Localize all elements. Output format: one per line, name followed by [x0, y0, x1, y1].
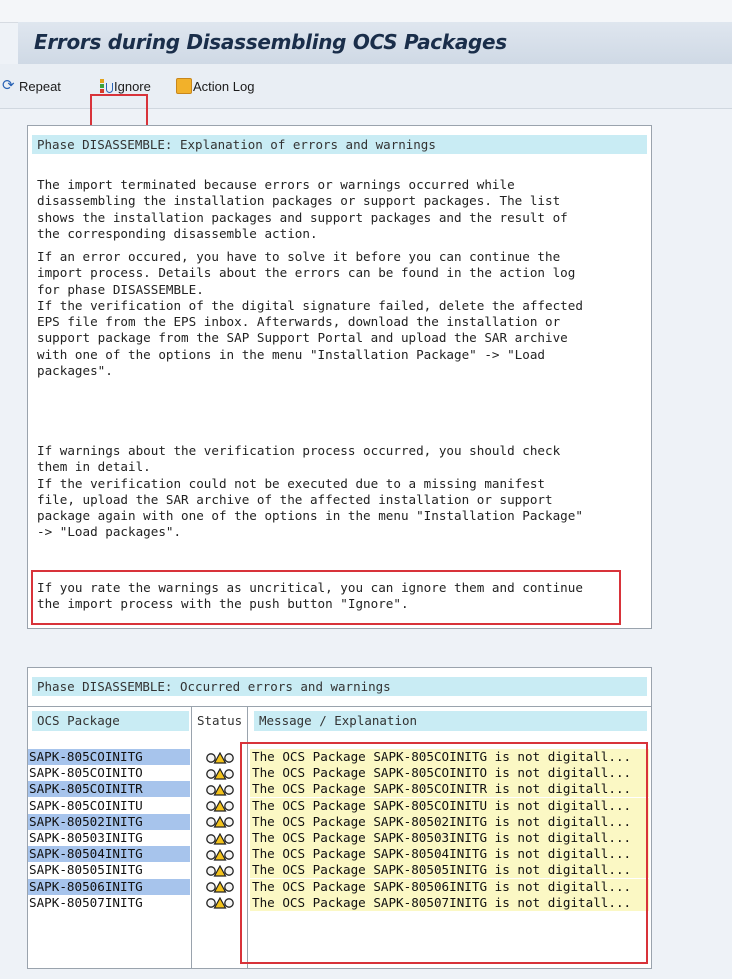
warning-triangles-icon	[196, 895, 244, 911]
explanation-paragraph-2: If an error occured, you have to solve i…	[37, 249, 583, 379]
explanation-panel: Phase DISASSEMBLE: Explanation of errors…	[27, 125, 652, 629]
errors-header: Phase DISASSEMBLE: Occurred errors and w…	[32, 677, 647, 696]
ocs-package-cell[interactable]: SAPK-805COINITU	[28, 798, 190, 814]
warning-triangles-icon	[196, 846, 244, 862]
page-title: Errors during Disassembling OCS Packages	[34, 30, 507, 54]
action-log-button[interactable]: Action Log	[176, 75, 254, 97]
title-bar: Errors during Disassembling OCS Packages	[18, 22, 732, 64]
repeat-icon: ⟳	[2, 77, 15, 94]
window-top-strip	[0, 0, 732, 23]
warning-triangles-icon	[196, 862, 244, 878]
warning-triangles-icon	[196, 798, 244, 814]
ignore-label: Ignore	[114, 78, 151, 94]
action-log-icon	[176, 78, 192, 94]
warning-triangles-icon	[196, 781, 244, 797]
warning-triangles-icon	[196, 765, 244, 781]
ocs-package-cell[interactable]: SAPK-805COINITG	[28, 749, 190, 765]
action-log-label: Action Log	[193, 78, 255, 94]
ocs-package-cell[interactable]: SAPK-805COINITR	[28, 781, 190, 798]
ocs-package-cell[interactable]: SAPK-80503INITG	[28, 830, 190, 846]
warning-triangles-icon	[196, 814, 244, 830]
ignore-icon	[97, 78, 113, 94]
explanation-header: Phase DISASSEMBLE: Explanation of errors…	[32, 135, 647, 154]
ocs-package-cell[interactable]: SAPK-80502INITG	[28, 813, 190, 830]
ocs-package-cell[interactable]: SAPK-80507INITG	[28, 895, 190, 911]
ocs-package-cell[interactable]: SAPK-80504INITG	[28, 846, 190, 863]
column-header-ocs-package[interactable]: OCS Package	[32, 711, 189, 731]
warning-triangles-icon	[196, 830, 244, 846]
repeat-label: Repeat	[19, 78, 61, 94]
warning-triangles-icon	[196, 879, 244, 895]
ocs-package-cell[interactable]: SAPK-805COINITO	[28, 765, 190, 781]
repeat-button[interactable]: ⟳ Repeat	[2, 75, 61, 97]
explanation-paragraph-3: If warnings about the verification proce…	[37, 443, 583, 540]
column-header-message[interactable]: Message / Explanation	[254, 711, 647, 731]
ocs-package-cell[interactable]: SAPK-80505INITG	[28, 862, 190, 878]
column-header-status[interactable]: Status	[194, 711, 242, 731]
explanation-paragraph-1: The import terminated because errors or …	[37, 177, 568, 241]
warning-triangles-icon	[196, 749, 244, 765]
messages-highlight-box	[240, 742, 648, 964]
ocs-package-cell[interactable]: SAPK-80506INITG	[28, 878, 190, 895]
ignore-note-highlight-box	[31, 570, 621, 625]
